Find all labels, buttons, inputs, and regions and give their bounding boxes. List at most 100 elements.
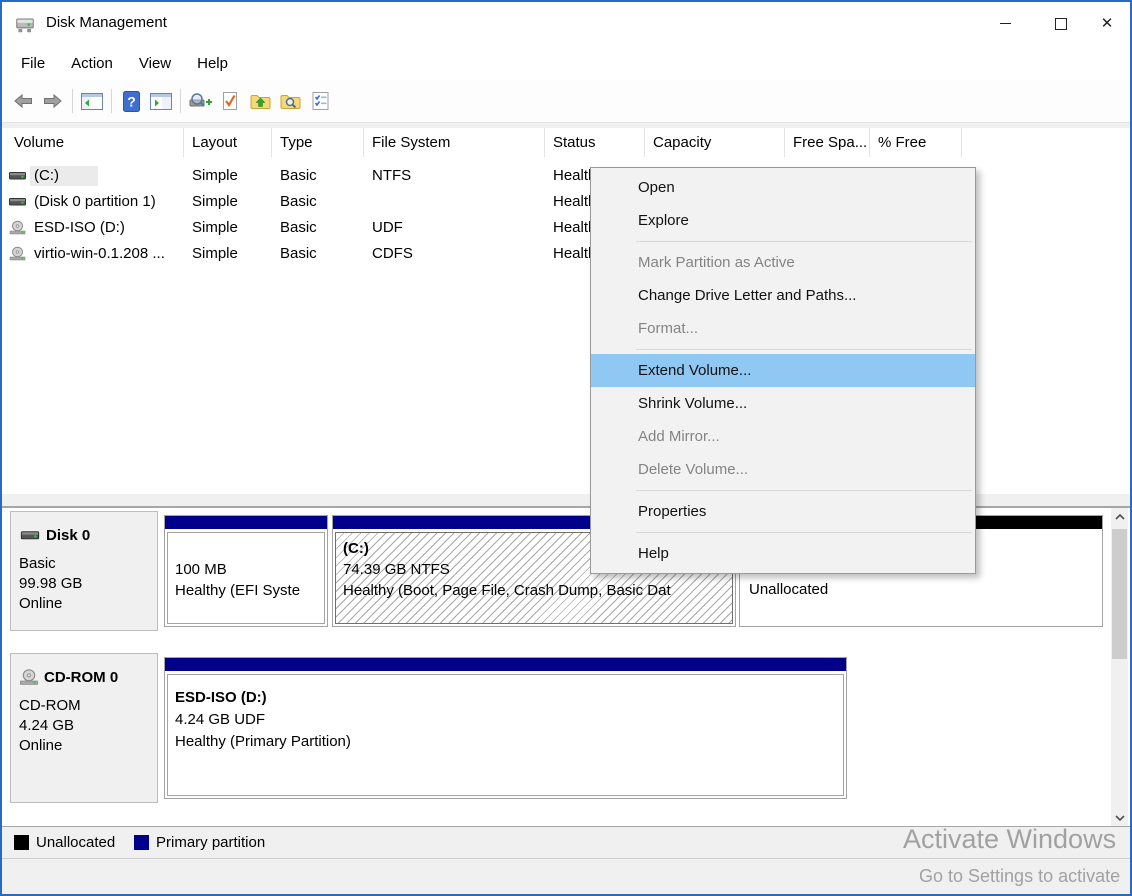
toolbar-separator — [180, 89, 181, 113]
menu-item-mark-partition-as-active: Mark Partition as Active — [591, 246, 975, 279]
volume-name[interactable]: (C:) — [30, 166, 98, 186]
partition-efi[interactable]: 100 MB Healthy (EFI Syste — [164, 515, 328, 627]
primary-partition-band — [165, 516, 327, 529]
rescan-disks-button[interactable] — [185, 86, 215, 116]
close-icon: ✕ — [1101, 16, 1114, 31]
volume-name[interactable]: virtio-win-0.1.208 ... — [30, 244, 169, 264]
status-bar — [2, 858, 1130, 894]
menu-action[interactable]: Action — [58, 55, 126, 72]
check-disk-button[interactable] — [215, 86, 245, 116]
menu-separator — [591, 345, 975, 354]
legend-label-unallocated: Unallocated — [36, 834, 115, 852]
maximize-button[interactable] — [1038, 2, 1084, 45]
disk-management-window: Disk Management ✕ File Action View Help — [0, 0, 1132, 896]
column-header-empty[interactable] — [962, 128, 1130, 157]
folder-up-button[interactable] — [245, 86, 275, 116]
window-title: Disk Management — [46, 14, 167, 31]
column-header-capacity[interactable]: Capacity — [645, 128, 785, 157]
cd-icon — [19, 669, 39, 685]
menu-item-extend-volume[interactable]: Extend Volume... — [591, 354, 975, 387]
column-header-status[interactable]: Status — [545, 128, 645, 157]
column-header-volume[interactable]: Volume — [6, 128, 184, 157]
menu-separator — [591, 486, 975, 495]
disk-management-app-icon — [14, 13, 36, 35]
toolbar-separator — [111, 89, 112, 113]
scroll-down-button[interactable] — [1111, 809, 1128, 826]
partition-status: Healthy (Boot, Page File, Crash Dump, Ba… — [336, 580, 732, 601]
menu-separator — [591, 528, 975, 537]
menu-file[interactable]: File — [8, 55, 58, 72]
menu-separator — [591, 237, 975, 246]
disk-status: Online — [19, 594, 62, 614]
help-icon: ? — [123, 91, 140, 112]
menu-bar: File Action View Help — [2, 46, 1130, 80]
show-console-tree-button[interactable] — [77, 86, 107, 116]
menu-item-delete-volume: Delete Volume... — [591, 453, 975, 486]
show-console-tree-icon — [81, 93, 103, 110]
back-icon — [13, 93, 33, 109]
partition-status: Healthy (Primary Partition) — [168, 731, 843, 753]
menu-help[interactable]: Help — [184, 55, 241, 72]
column-header-file-system[interactable]: File System — [364, 128, 545, 157]
folder-up-icon — [250, 93, 271, 110]
folder-search-button[interactable] — [275, 86, 305, 116]
cd-icon — [9, 246, 26, 261]
close-button[interactable]: ✕ — [1084, 2, 1130, 45]
forward-button[interactable] — [38, 86, 68, 116]
volume-type: Basic — [280, 192, 364, 212]
volume-file-system: UDF — [372, 218, 542, 238]
menu-item-help[interactable]: Help — [591, 537, 975, 570]
vertical-scrollbar[interactable] — [1111, 508, 1128, 826]
disk-0-label-panel[interactable]: Disk 0 Basic 99.98 GB Online — [10, 511, 158, 631]
chevron-up-icon — [1114, 513, 1126, 521]
disk-name: CD-ROM 0 — [44, 669, 118, 686]
legend-label-primary-partition: Primary partition — [156, 834, 265, 852]
menu-item-properties[interactable]: Properties — [591, 495, 975, 528]
unallocated-swatch — [14, 835, 29, 850]
forward-icon — [43, 93, 63, 109]
menu-item-explore[interactable]: Explore — [591, 204, 975, 237]
back-button[interactable] — [8, 86, 38, 116]
chevron-down-icon — [1114, 814, 1126, 822]
partition-status: Healthy (EFI Syste — [168, 580, 324, 601]
disk-size: 4.24 GB — [19, 716, 74, 736]
help-button[interactable]: ? — [116, 86, 146, 116]
volume-file-system: CDFS — [372, 244, 542, 264]
toolbar-separator — [72, 89, 73, 113]
minimize-button[interactable] — [982, 2, 1028, 45]
partition-label: ESD-ISO (D:) — [168, 687, 843, 709]
disk-name: Disk 0 — [46, 527, 90, 544]
disk-size: 99.98 GB — [19, 574, 82, 594]
volume-layout: Simple — [192, 192, 272, 212]
volume-name[interactable]: ESD-ISO (D:) — [30, 218, 129, 238]
scroll-up-button[interactable] — [1111, 508, 1128, 525]
partition-d[interactable]: ESD-ISO (D:) 4.24 GB UDF Healthy (Primar… — [164, 657, 847, 799]
partition-size: 4.24 GB UDF — [168, 709, 843, 731]
partition-size: 100 MB — [168, 559, 324, 580]
volume-type: Basic — [280, 244, 364, 264]
cd-rom-0-label-panel[interactable]: CD-ROM 0 CD-ROM 4.24 GB Online — [10, 653, 158, 803]
column-header-pct-free[interactable]: % Free — [870, 128, 962, 157]
legend-bar: Unallocated Primary partition — [2, 826, 1130, 858]
minimize-icon — [1000, 23, 1011, 24]
menu-item-add-mirror: Add Mirror... — [591, 420, 975, 453]
column-header-type[interactable]: Type — [272, 128, 364, 157]
menu-view[interactable]: View — [126, 55, 184, 72]
column-header-layout[interactable]: Layout — [184, 128, 272, 157]
menu-item-shrink-volume[interactable]: Shrink Volume... — [591, 387, 975, 420]
scrollbar-thumb[interactable] — [1112, 529, 1127, 659]
svg-text:?: ? — [127, 93, 136, 109]
properties-checklist-icon — [312, 91, 329, 111]
show-action-pane-button[interactable] — [146, 86, 176, 116]
disk-type: Basic — [19, 554, 56, 574]
properties-checklist-button[interactable] — [305, 86, 335, 116]
column-header-free-space[interactable]: Free Spa... — [785, 128, 870, 157]
menu-item-change-drive-letter-and-paths[interactable]: Change Drive Letter and Paths... — [591, 279, 975, 312]
folder-search-icon — [280, 93, 301, 110]
disk-type: CD-ROM — [19, 696, 81, 716]
volume-name[interactable]: (Disk 0 partition 1) — [30, 192, 160, 212]
toolbar: ? — [2, 80, 1130, 123]
menu-item-open[interactable]: Open — [591, 171, 975, 204]
volume-layout: Simple — [192, 218, 272, 238]
check-disk-icon — [222, 91, 238, 111]
